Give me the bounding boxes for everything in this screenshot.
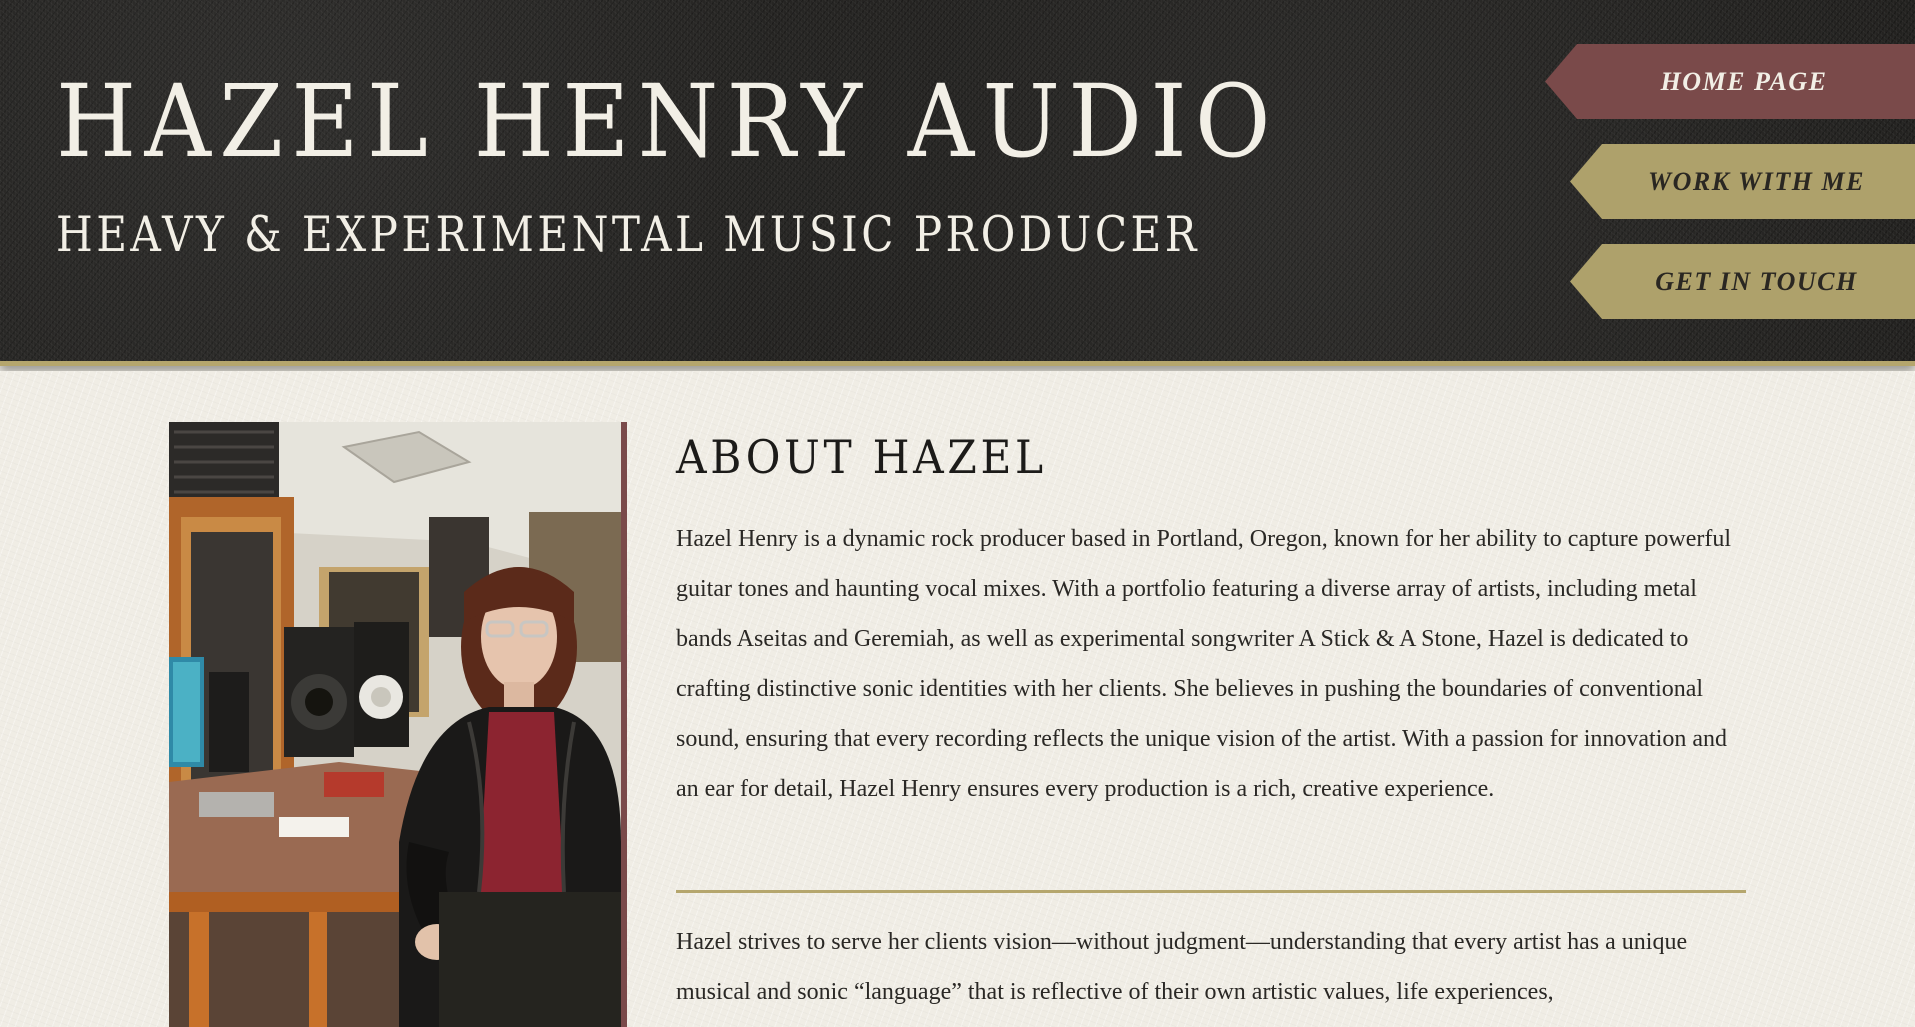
portrait-photo [169,422,621,1027]
about-heading: ABOUT HAZEL [676,430,1047,484]
nav-work-with-me-button[interactable]: WORK WITH ME [1570,144,1915,219]
about-paragraph-2: Hazel strives to serve her clients visio… [676,929,1688,1005]
section-divider [676,890,1746,893]
about-paragraph-1: Hazel Henry is a dynamic rock producer b… [676,526,1731,802]
site-title[interactable]: HAZEL HENRY AUDIO [56,62,1279,182]
portrait-photo-frame [169,422,627,1027]
site-subtitle: HEAVY & EXPERIMENTAL MUSIC PRODUCER [56,206,1200,263]
site-header: HAZEL HENRY AUDIO HEAVY & EXPERIMENTAL M… [0,0,1915,366]
nav-get-in-touch-button[interactable]: GET IN TOUCH [1570,244,1915,319]
nav-home-page-button[interactable]: HOME PAGE [1545,44,1915,119]
